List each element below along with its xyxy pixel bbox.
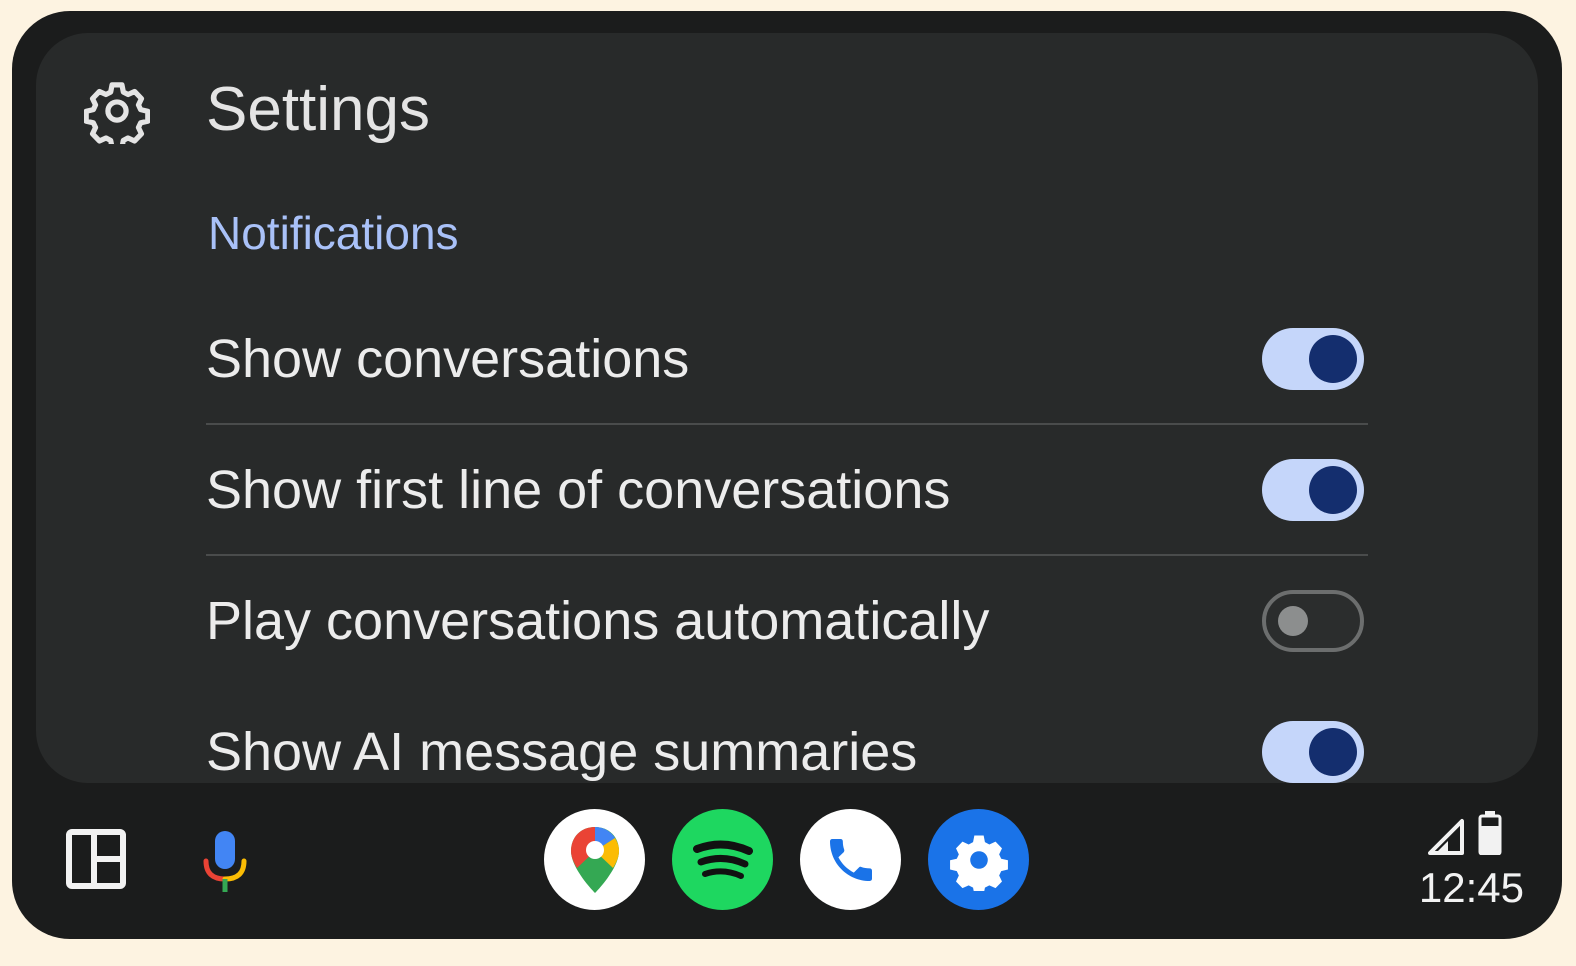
- gear-icon[interactable]: [84, 78, 150, 144]
- toggle-switch[interactable]: [1262, 328, 1364, 390]
- page-title: Settings: [206, 75, 431, 144]
- layout-dashboard-icon[interactable]: [66, 829, 126, 889]
- status-area: 12:45: [1374, 811, 1524, 921]
- setting-row-show-conversations[interactable]: Show conversations: [206, 294, 1368, 425]
- settings-app-icon[interactable]: [928, 809, 1029, 910]
- microphone-icon[interactable]: [202, 829, 248, 895]
- setting-row-ai-summaries[interactable]: Show AI message summaries: [206, 687, 1368, 783]
- setting-label: Play conversations automatically: [206, 591, 990, 651]
- setting-row-show-first-line[interactable]: Show first line of conversations: [206, 425, 1368, 556]
- toggle-switch[interactable]: [1262, 459, 1364, 521]
- toggle-switch[interactable]: [1262, 721, 1364, 783]
- setting-label: Show first line of conversations: [206, 460, 951, 520]
- toggle-knob: [1278, 606, 1308, 636]
- section-header-notifications: Notifications: [208, 207, 459, 259]
- toggle-knob: [1309, 728, 1357, 776]
- battery-icon: [1478, 811, 1502, 855]
- maps-app-icon[interactable]: [544, 809, 645, 910]
- setting-label: Show conversations: [206, 329, 690, 389]
- toggle-knob: [1309, 335, 1357, 383]
- phone-app-icon[interactable]: [800, 809, 901, 910]
- spotify-app-icon[interactable]: [672, 809, 773, 910]
- toggle-knob: [1309, 466, 1357, 514]
- android-auto-screen: Settings Notifications Show conversation…: [12, 11, 1562, 939]
- toggle-switch[interactable]: [1262, 590, 1364, 652]
- clock: 12:45: [1418, 864, 1524, 911]
- setting-label: Show AI message summaries: [206, 722, 918, 782]
- settings-panel: Settings Notifications Show conversation…: [36, 33, 1538, 783]
- setting-row-play-automatically[interactable]: Play conversations automatically: [206, 556, 1368, 687]
- signal-icon: [1428, 819, 1464, 855]
